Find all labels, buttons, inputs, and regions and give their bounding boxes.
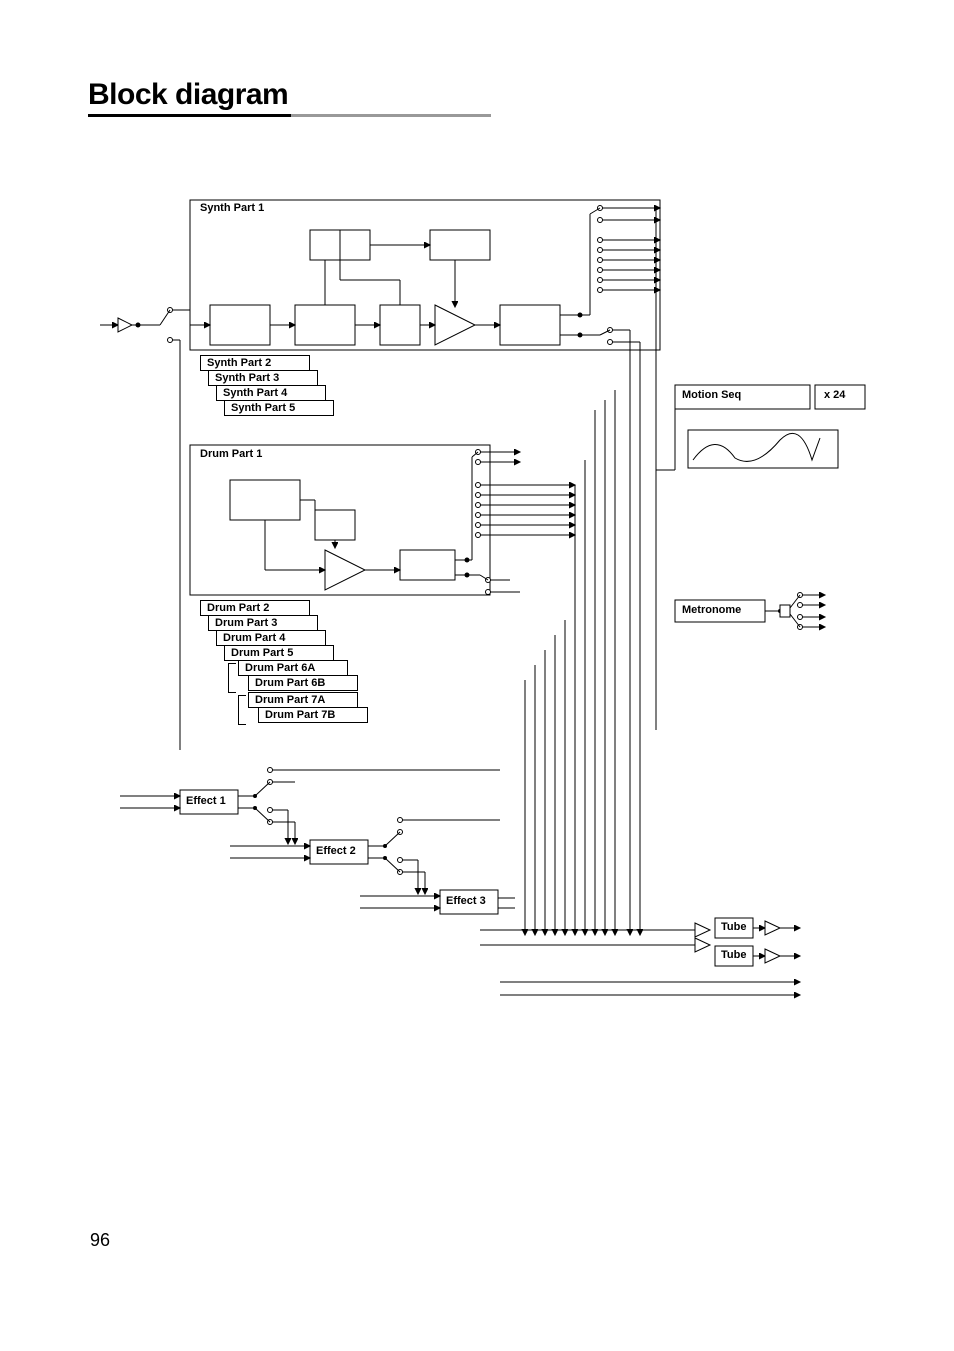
synth-part-5: Synth Part 5 xyxy=(224,400,334,416)
motion-mult-label: x 24 xyxy=(824,389,845,401)
effect-3-label: Effect 3 xyxy=(446,895,486,907)
title-rule xyxy=(291,107,491,117)
drum-part-5: Drum Part 5 xyxy=(224,645,334,661)
synth-part-1-label: Synth Part 1 xyxy=(200,202,264,214)
bracket-7 xyxy=(238,695,246,725)
drum-part-4: Drum Part 4 xyxy=(216,630,326,646)
drum-part-1-label: Drum Part 1 xyxy=(200,448,262,460)
metronome-label: Metronome xyxy=(682,604,741,616)
drum-part-6b: Drum Part 6B xyxy=(248,675,358,691)
drum-part-7b: Drum Part 7B xyxy=(258,707,368,723)
synth-part-4: Synth Part 4 xyxy=(216,385,326,401)
page-number: 96 xyxy=(90,1230,110,1251)
synth-part-3: Synth Part 3 xyxy=(208,370,318,386)
tube-2-label: Tube xyxy=(721,949,746,961)
effect-1-label: Effect 1 xyxy=(186,795,226,807)
effect-2-label: Effect 2 xyxy=(316,845,356,857)
drum-part-6a: Drum Part 6A xyxy=(238,660,348,676)
synth-part-2: Synth Part 2 xyxy=(200,355,310,371)
title-row: Block diagram xyxy=(88,78,868,117)
block-diagram: Synth Part 1 Synth Part 2 Synth Part 3 S… xyxy=(100,190,870,1020)
drum-part-3: Drum Part 3 xyxy=(208,615,318,631)
drum-part-2: Drum Part 2 xyxy=(200,600,310,616)
bracket-6 xyxy=(228,663,236,693)
page-title: Block diagram xyxy=(88,78,294,117)
tube-1-label: Tube xyxy=(721,921,746,933)
motion-seq-label: Motion Seq xyxy=(682,389,741,401)
drum-part-7a: Drum Part 7A xyxy=(248,692,358,708)
